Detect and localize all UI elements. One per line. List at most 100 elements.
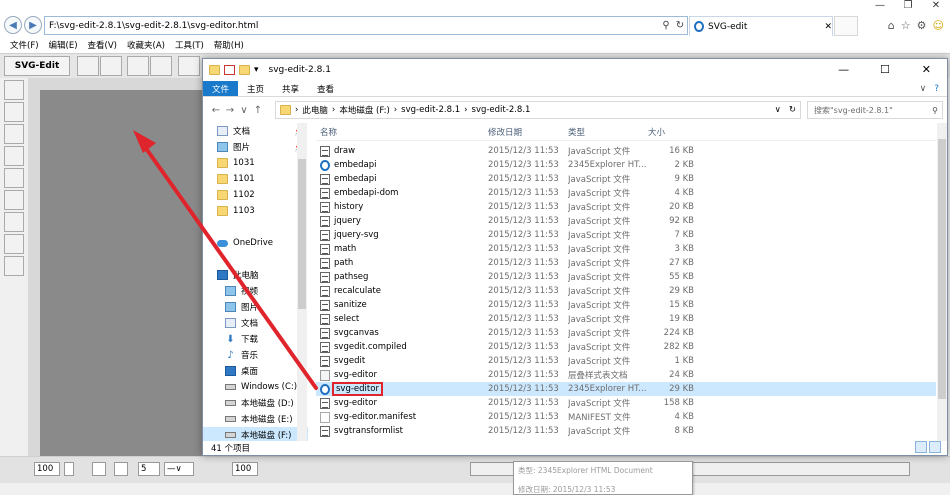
- menu-favorites[interactable]: 收藏夹(A): [127, 39, 165, 51]
- nav-item[interactable]: ♪ 音乐: [203, 347, 308, 363]
- file-row[interactable]: draw 2015/12/3 11:53 JavaScript 文件 16 KB: [316, 144, 936, 158]
- nav-item[interactable]: 文档📌: [203, 123, 308, 139]
- smiley-icon[interactable]: ☺: [933, 19, 944, 32]
- column-size[interactable]: 大小: [648, 126, 698, 138]
- file-row[interactable]: svgedit.compiled 2015/12/3 11:53 JavaScrip…: [316, 340, 936, 354]
- column-name[interactable]: 名称: [316, 126, 488, 138]
- browser-tab[interactable]: SVG-edit ✕: [689, 16, 833, 36]
- drawing-canvas[interactable]: [28, 78, 208, 456]
- address-bar[interactable]: F:\svg-edit-2.8.1\svg-edit-2.8.1\svg-edi…: [44, 16, 688, 35]
- toolbar-button[interactable]: [100, 56, 122, 76]
- back-icon[interactable]: ◀: [4, 16, 22, 34]
- file-row[interactable]: select 2015/12/3 11:53 JavaScript 文件 19 KB: [316, 312, 936, 326]
- file-row[interactable]: svgedit 2015/12/3 11:53 JavaScript 文件 1 KB: [316, 354, 936, 368]
- menu-help[interactable]: 帮助(H): [214, 39, 244, 51]
- tab-view[interactable]: 查看: [308, 81, 343, 96]
- stroke-width-input[interactable]: 5: [138, 462, 160, 476]
- new-folder-icon[interactable]: [239, 65, 250, 75]
- nav-item[interactable]: OneDrive: [203, 235, 308, 251]
- close-tab-icon[interactable]: ✕: [824, 22, 832, 32]
- stroke-style-dropdown[interactable]: —∨: [164, 462, 194, 476]
- file-row[interactable]: svg-editor.manifest 2015/12/3 11:53 MANIFE…: [316, 410, 936, 424]
- minimize-icon[interactable]: —: [823, 59, 864, 81]
- file-name-cell[interactable]: select: [316, 313, 488, 325]
- file-row[interactable]: embedapi 2015/12/3 11:53 2345Explorer HT..…: [316, 158, 936, 172]
- toolbar-button[interactable]: [77, 56, 99, 76]
- tool-button[interactable]: [4, 190, 24, 210]
- column-type[interactable]: 类型: [568, 126, 648, 138]
- up-arrow-icon[interactable]: ↑: [251, 105, 265, 116]
- search-box[interactable]: 搜索"svg-edit-2.8.1" ⚲: [807, 101, 943, 119]
- nav-item[interactable]: 1102: [203, 187, 308, 203]
- nav-item[interactable]: 图片: [203, 299, 308, 315]
- tool-button[interactable]: [4, 234, 24, 254]
- file-name-cell[interactable]: jquery-svg: [316, 229, 488, 241]
- menu-file[interactable]: 文件(F): [10, 39, 39, 51]
- nav-item[interactable]: 文档: [203, 315, 308, 331]
- tool-button[interactable]: [4, 168, 24, 188]
- file-row[interactable]: pathseg 2015/12/3 11:53 JavaScript 文件 55 KB: [316, 270, 936, 284]
- file-row[interactable]: embedapi 2015/12/3 11:53 JavaScript 文件 9 KB: [316, 172, 936, 186]
- file-name-cell[interactable]: path: [316, 257, 488, 269]
- menu-tools[interactable]: 工具(T): [175, 39, 204, 51]
- nav-item[interactable]: 本地磁盘 (E:): [203, 411, 308, 427]
- file-row[interactable]: path 2015/12/3 11:53 JavaScript 文件 27 KB: [316, 256, 936, 270]
- expand-ribbon-icon[interactable]: ∨: [920, 84, 927, 94]
- stroke-color-swatch[interactable]: [114, 462, 128, 476]
- nav-item[interactable]: 1103: [203, 203, 308, 219]
- file-row[interactable]: svgcanvas 2015/12/3 11:53 JavaScript 文件 224…: [316, 326, 936, 340]
- search-icon[interactable]: ⚲: [932, 106, 942, 115]
- file-row[interactable]: jquery-svg 2015/12/3 11:53 JavaScript 文件 7 …: [316, 228, 936, 242]
- file-row[interactable]: jquery 2015/12/3 11:53 JavaScript 文件 92 KB: [316, 214, 936, 228]
- breadcrumb-dropdown-icon[interactable]: ∨: [775, 105, 781, 115]
- favorites-icon[interactable]: ☆: [901, 19, 911, 32]
- zoom-dropdown[interactable]: [64, 462, 74, 476]
- recent-dropdown-icon[interactable]: ∨: [237, 105, 251, 116]
- tool-button[interactable]: [4, 256, 24, 276]
- toolbar-button[interactable]: [178, 56, 200, 76]
- file-name-cell[interactable]: jquery: [316, 215, 488, 227]
- refresh-icon[interactable]: ↻: [785, 105, 800, 115]
- file-row[interactable]: embedapi-dom 2015/12/3 11:53 JavaScript 文件…: [316, 186, 936, 200]
- nav-item[interactable]: 1031: [203, 155, 308, 171]
- file-name-cell[interactable]: history: [316, 201, 488, 213]
- new-tab-button[interactable]: [834, 16, 858, 36]
- forward-arrow-icon[interactable]: →: [223, 105, 237, 116]
- properties-icon[interactable]: [224, 65, 235, 75]
- search-icon[interactable]: ⚲: [659, 20, 673, 31]
- file-row[interactable]: math 2015/12/3 11:53 JavaScript 文件 3 KB: [316, 242, 936, 256]
- back-arrow-icon[interactable]: ←: [209, 105, 223, 116]
- file-name-cell[interactable]: embedapi: [316, 173, 488, 185]
- close-icon[interactable]: ✕: [906, 59, 947, 81]
- file-name-cell[interactable]: embedapi-dom: [316, 187, 488, 199]
- nav-item[interactable]: 图片📌: [203, 139, 308, 155]
- address-text[interactable]: F:\svg-edit-2.8.1\svg-edit-2.8.1\svg-edi…: [49, 21, 659, 31]
- nav-item[interactable]: 此电脑: [203, 267, 308, 283]
- large-icons-view-icon[interactable]: [929, 441, 941, 453]
- forward-icon[interactable]: ▶: [24, 16, 42, 34]
- tool-button[interactable]: [4, 80, 24, 100]
- column-date[interactable]: 修改日期: [488, 126, 568, 138]
- help-icon[interactable]: ?: [934, 84, 939, 94]
- nav-item[interactable]: Windows (C:): [203, 379, 308, 395]
- tool-button[interactable]: [4, 212, 24, 232]
- restore-icon[interactable]: ❐: [894, 0, 922, 14]
- file-name-cell[interactable]: svgtransformlist: [316, 425, 488, 437]
- tab-home[interactable]: 主页: [238, 81, 273, 96]
- refresh-icon[interactable]: ↻: [673, 20, 687, 31]
- file-name-cell[interactable]: svgcanvas: [316, 327, 488, 339]
- tool-button[interactable]: [4, 102, 24, 122]
- file-row[interactable]: sanitize 2015/12/3 11:53 JavaScript 文件 15 K…: [316, 298, 936, 312]
- breadcrumb-item[interactable]: svg-edit-2.8.1: [401, 105, 460, 115]
- file-name-cell[interactable]: svg-editor: [316, 382, 488, 396]
- nav-item[interactable]: 1101: [203, 171, 308, 187]
- nav-item[interactable]: 桌面: [203, 363, 308, 379]
- menu-view[interactable]: 查看(V): [88, 39, 117, 51]
- home-icon[interactable]: ⌂: [888, 19, 895, 32]
- breadcrumb[interactable]: › 此电脑 › 本地磁盘 (F:) › svg-edit-2.8.1 › svg…: [275, 101, 801, 119]
- minimize-icon[interactable]: —: [866, 0, 894, 14]
- file-row[interactable]: history 2015/12/3 11:53 JavaScript 文件 20 KB: [316, 200, 936, 214]
- file-name-cell[interactable]: sanitize: [316, 299, 488, 311]
- menu-edit[interactable]: 编辑(E): [49, 39, 78, 51]
- details-view-icon[interactable]: [915, 441, 927, 453]
